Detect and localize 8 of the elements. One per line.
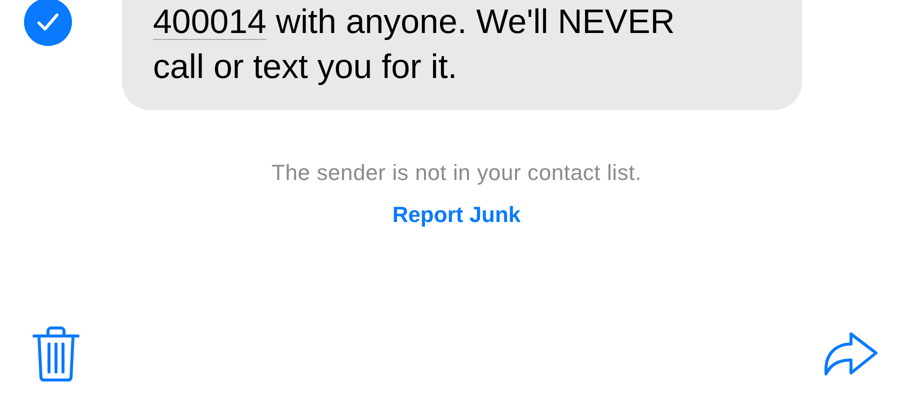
trash-icon[interactable] <box>32 326 80 382</box>
notice-text: The sender is not in your contact list. <box>272 160 642 186</box>
forward-arrow-icon[interactable] <box>823 331 879 377</box>
selection-checkbox[interactable] <box>24 0 72 46</box>
checkmark-icon <box>37 13 59 31</box>
message-text: 400014 with anyone. We'll NEVER call or text you for it. <box>153 2 676 88</box>
number-link[interactable]: 400014 <box>153 3 266 41</box>
report-junk-link[interactable]: Report Junk <box>392 202 521 228</box>
